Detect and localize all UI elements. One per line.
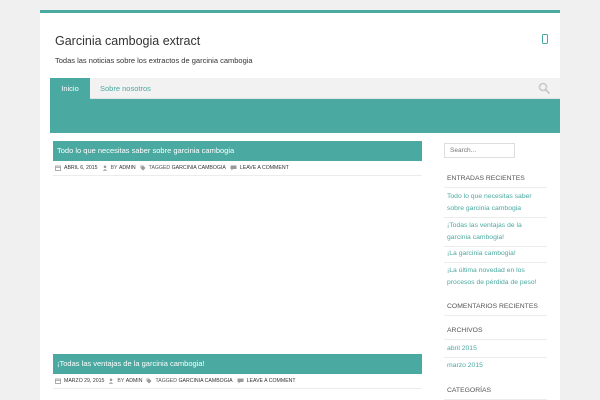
post-meta-divider [53, 388, 422, 389]
post-date-link[interactable]: Marzo 29, 2015 [64, 378, 104, 384]
widget-title-recent-comments: Comentarios recientes [447, 303, 538, 310]
widget-divider [444, 315, 547, 316]
recent-post-link[interactable]: Todo lo que necesitas saber sobre garcin… [447, 191, 547, 214]
recent-post-link[interactable]: ¡Todas las ventajas de la garcinia cambo… [447, 220, 547, 243]
widget-divider [444, 262, 547, 263]
archive-link[interactable]: marzo 2015 [447, 360, 547, 372]
post-meta-divider [53, 175, 422, 176]
user-icon [102, 165, 107, 171]
user-icon [109, 378, 114, 384]
widget-title-recent-posts: Entradas recientes [447, 175, 525, 182]
author-prefix: By [110, 165, 118, 171]
widget-divider [444, 357, 547, 358]
tag-icon [146, 378, 152, 384]
comment-icon [230, 165, 237, 171]
widget-title-categories: Categorías [447, 387, 492, 394]
tag-icon [140, 165, 146, 171]
post-author: By Admin [102, 165, 136, 171]
post-date: Marzo 29, 2015 [55, 378, 104, 384]
author-link[interactable]: Admin [119, 165, 136, 171]
tag-link[interactable]: Garcinia Cambogia [172, 165, 226, 171]
post-meta: Abril 6, 2015 By Admin Tagged Garcinia C… [55, 165, 293, 171]
widget-divider [444, 246, 547, 247]
widget-divider [444, 217, 547, 218]
widget-divider [444, 187, 547, 188]
post-author: By Admin [108, 378, 142, 384]
post-title[interactable]: ¡Todas las ventajas de la garcinia cambo… [53, 354, 422, 374]
nav-item-sobre-nosotros[interactable]: Sobre nosotros [90, 78, 161, 99]
nav-item-inicio[interactable]: Inicio [50, 78, 90, 99]
sidebar-search-input[interactable] [444, 143, 515, 158]
tagged-prefix: Tagged [148, 165, 171, 171]
main-navigation: Inicio Sobre nosotros [50, 78, 560, 99]
tagged-prefix: Tagged [155, 378, 177, 384]
calendar-icon [55, 165, 61, 171]
post-tags: Tagged Garcinia Cambogia [140, 165, 226, 171]
recent-post-link[interactable]: ¡La garcinia cambogia! [447, 248, 547, 260]
recent-post-link[interactable]: ¡La última novedad en los procesos de pé… [447, 265, 547, 288]
post-meta: Marzo 29, 2015 By Admin Tagged Garcinia … [55, 378, 300, 384]
site-title[interactable]: Garcinia cambogia extract [55, 34, 200, 48]
author-link[interactable]: Admin [126, 378, 143, 384]
site-description: Todas las noticias sobre los extractos d… [55, 56, 253, 65]
post-title[interactable]: Todo lo que necesitas saber sobre garcin… [53, 141, 422, 161]
header-banner [50, 99, 560, 133]
post-comments: Leave a comment [230, 165, 289, 171]
post-date-link[interactable]: Abril 6, 2015 [64, 165, 98, 171]
archive-link[interactable]: abril 2015 [447, 343, 547, 355]
post-tags: Tagged Garcinia Cambogia [146, 378, 233, 384]
widget-divider [444, 339, 547, 340]
tag-link[interactable]: Garcinia Cambogia [178, 378, 232, 384]
top-accent-bar [40, 10, 560, 13]
post-comments: Leave a comment [237, 378, 296, 384]
leave-comment-link[interactable]: Leave a comment [240, 165, 289, 171]
mobile-icon[interactable] [542, 34, 548, 44]
calendar-icon [55, 378, 61, 384]
author-prefix: By [117, 378, 125, 384]
comment-icon [237, 378, 244, 384]
leave-comment-link[interactable]: Leave a comment [247, 378, 296, 384]
page-container: Garcinia cambogia extract Todas las noti… [40, 10, 560, 400]
post-date: Abril 6, 2015 [55, 165, 98, 171]
search-icon[interactable] [538, 82, 550, 94]
widget-title-archives: Archivos [447, 327, 483, 334]
